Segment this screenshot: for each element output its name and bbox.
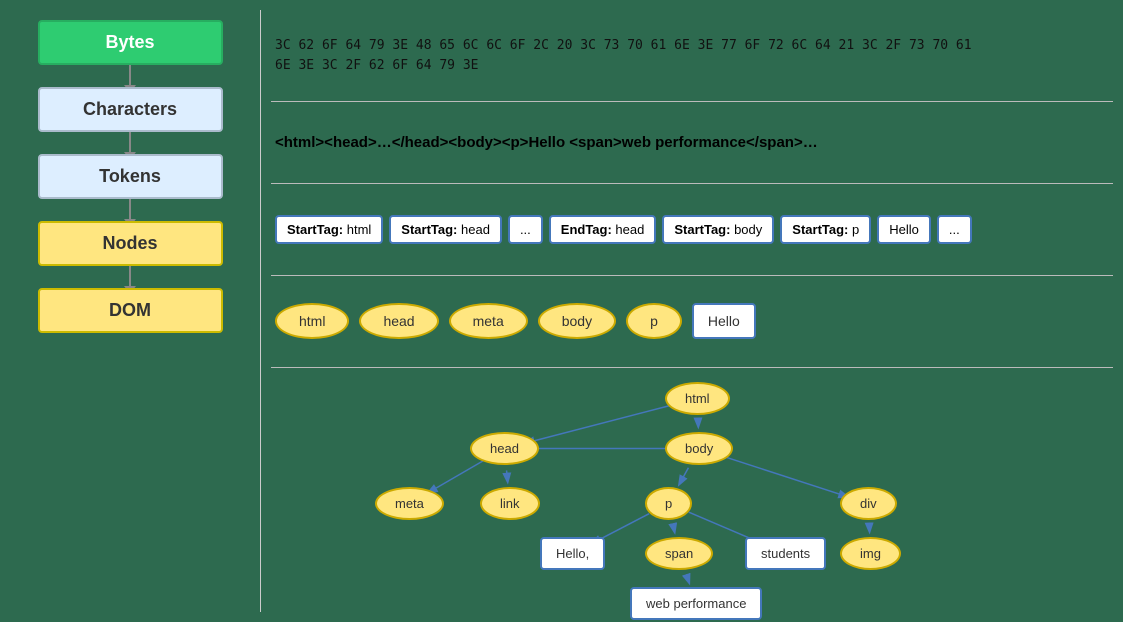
token-endtag-head: EndTag: head (549, 215, 657, 244)
node-body: body (538, 303, 616, 339)
tokens-section: StartTag: html StartTag: head ... EndTag… (271, 184, 1113, 276)
characters-text: <html><head>…</head><body><p>Hello <span… (275, 134, 818, 151)
right-content: 3C 62 6F 64 79 3E 48 65 6C 6C 6F 2C 20 3… (260, 10, 1113, 612)
dom-node-head: head (470, 432, 539, 465)
step-dom-label: DOM (109, 300, 151, 320)
characters-section: <html><head>…</head><body><p>Hello <span… (271, 102, 1113, 183)
token-startag-html: StartTag: html (275, 215, 383, 244)
dom-canvas: html head body meta link p div Hello, span studen… (275, 372, 1109, 608)
dom-node-students: students (745, 537, 826, 570)
token-startag-head: StartTag: head (389, 215, 502, 244)
node-hello: Hello (692, 303, 756, 339)
step-characters: Characters (38, 87, 223, 132)
nodes-section: html head meta body p Hello (271, 276, 1113, 368)
node-meta: meta (449, 303, 528, 339)
step-nodes-label: Nodes (102, 233, 157, 253)
token-startag-body: StartTag: body (662, 215, 774, 244)
dom-node-web-perf: web performance (630, 587, 762, 620)
step-tokens-label: Tokens (99, 166, 161, 186)
token-ellipsis-1: ... (508, 215, 543, 244)
dom-node-div: div (840, 487, 897, 520)
nodes-container: html head meta body p Hello (275, 303, 756, 339)
arrow-chars-tokens (129, 132, 131, 154)
dom-node-img: img (840, 537, 901, 570)
dom-node-html: html (665, 382, 730, 415)
dom-node-p: p (645, 487, 692, 520)
dom-node-meta: meta (375, 487, 444, 520)
step-bytes-label: Bytes (105, 32, 154, 52)
step-characters-label: Characters (83, 99, 177, 119)
main-container: Bytes Characters Tokens Nodes DOM 3C 62 … (0, 0, 1123, 622)
step-bytes: Bytes (38, 20, 223, 65)
node-head: head (359, 303, 438, 339)
dom-node-body: body (665, 432, 733, 465)
node-p: p (626, 303, 682, 339)
step-dom: DOM (38, 288, 223, 333)
arrow-bytes-chars (129, 65, 131, 87)
pipeline-steps: Bytes Characters Tokens Nodes DOM (10, 10, 250, 612)
dom-node-link: link (480, 487, 540, 520)
dom-node-span: span (645, 537, 713, 570)
arrow-nodes-dom (129, 266, 131, 288)
bytes-text: 3C 62 6F 64 79 3E 48 65 6C 6C 6F 2C 20 3… (275, 36, 972, 75)
step-nodes: Nodes (38, 221, 223, 266)
bytes-section: 3C 62 6F 64 79 3E 48 65 6C 6C 6F 2C 20 3… (271, 10, 1113, 102)
step-tokens: Tokens (38, 154, 223, 199)
token-startag-p: StartTag: p (780, 215, 871, 244)
token-text-hello: Hello (877, 215, 931, 244)
dom-section: html head body meta link p div Hello, span studen… (271, 368, 1113, 612)
token-ellipsis-2: ... (937, 215, 972, 244)
tokens-container: StartTag: html StartTag: head ... EndTag… (275, 215, 972, 244)
arrow-tokens-nodes (129, 199, 131, 221)
dom-node-hello-txt: Hello, (540, 537, 605, 570)
node-html: html (275, 303, 349, 339)
